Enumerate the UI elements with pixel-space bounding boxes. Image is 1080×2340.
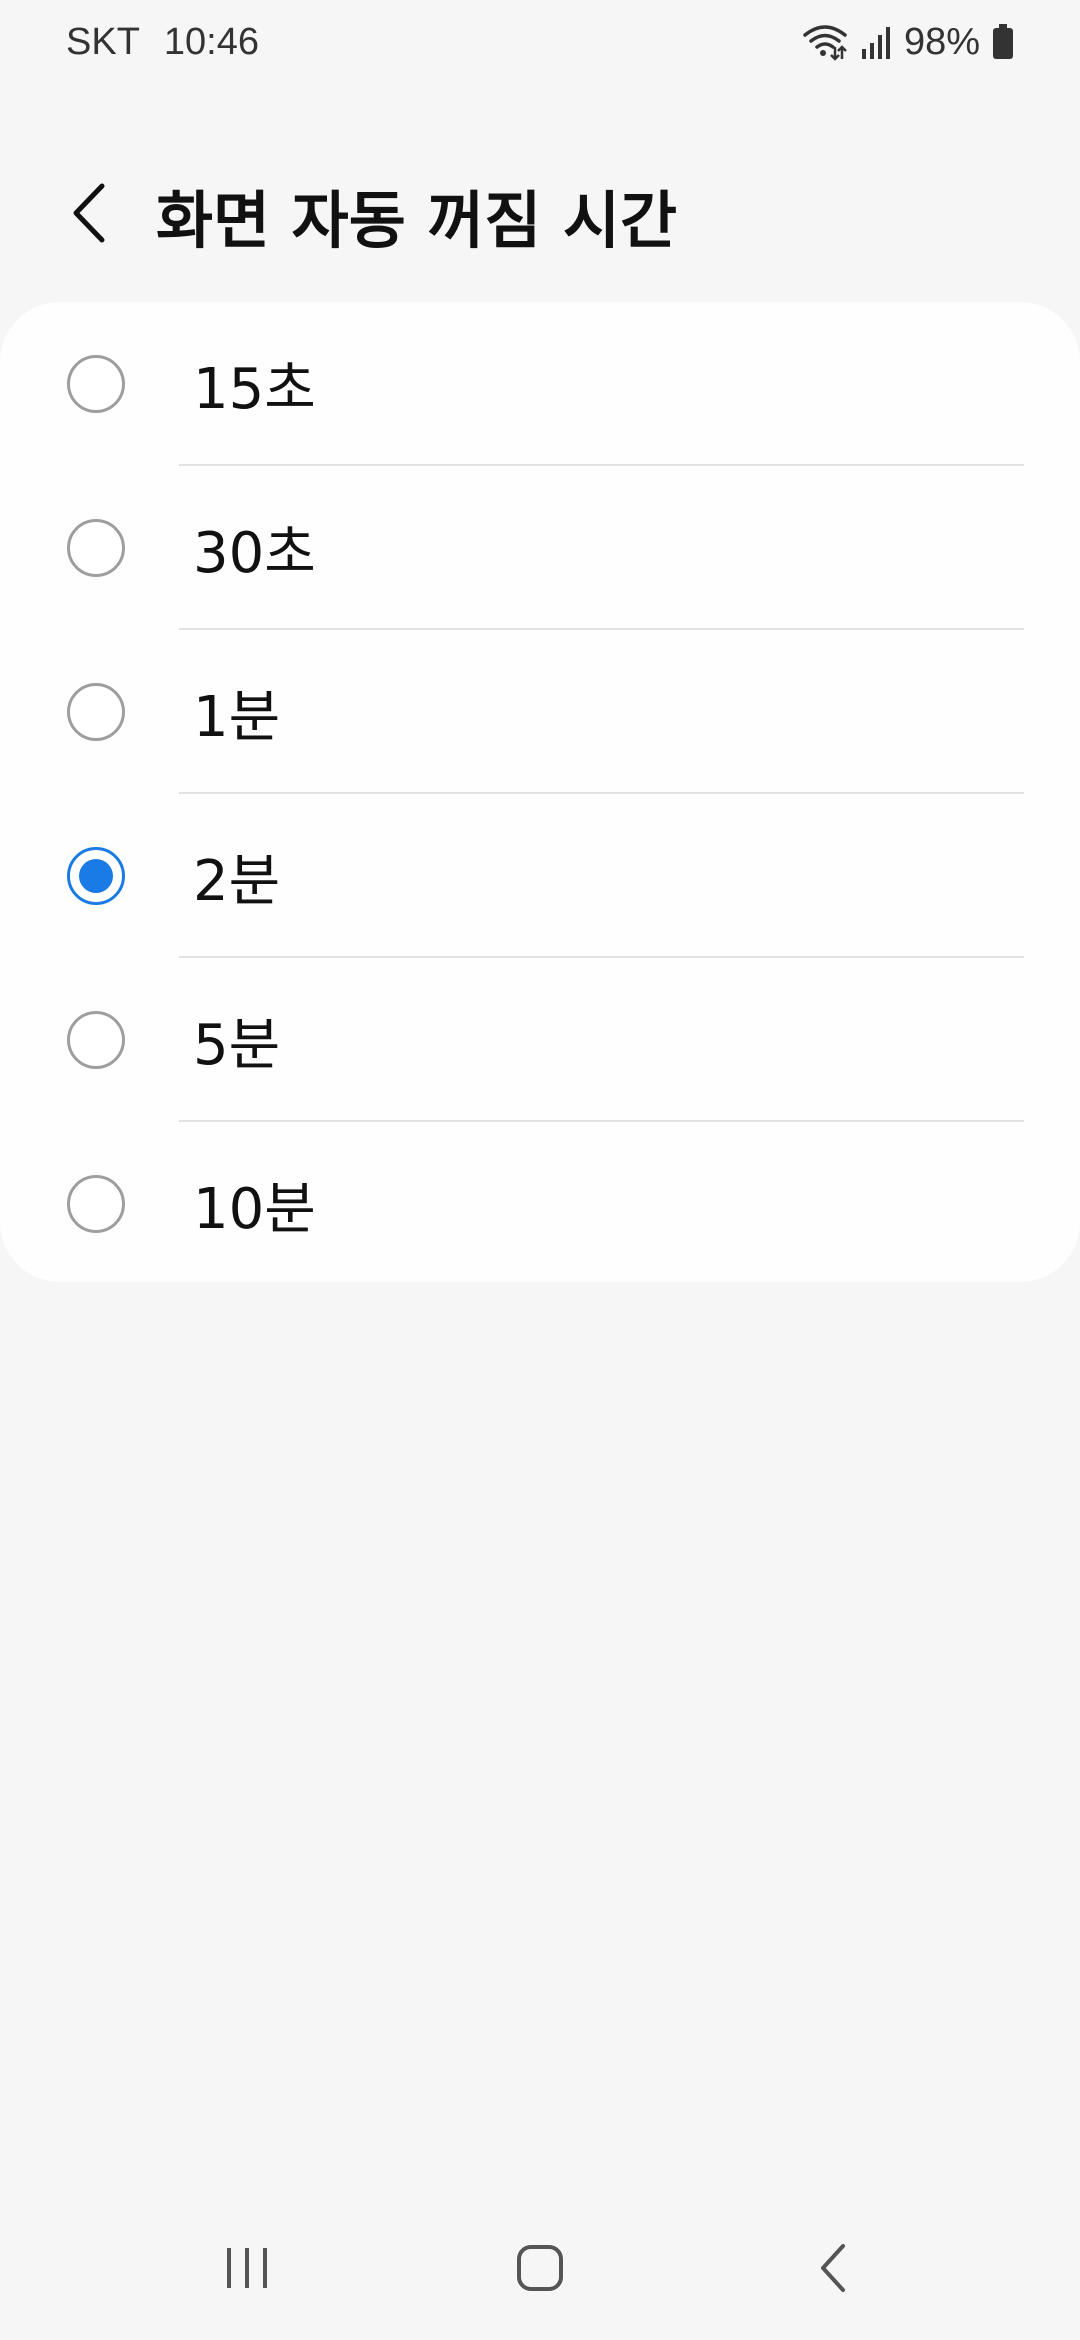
recent-apps-button[interactable] bbox=[187, 2210, 307, 2330]
status-right: 98% bbox=[802, 21, 1014, 64]
option-15s[interactable]: 15초 bbox=[0, 302, 1080, 466]
radio-button[interactable] bbox=[67, 519, 125, 577]
radio-button[interactable] bbox=[67, 1175, 125, 1233]
battery-percent: 98% bbox=[903, 20, 980, 63]
timeout-options-card: 15초 30초 1분 2분 5분 10분 bbox=[0, 302, 1080, 1282]
status-left: SKT 10:46 bbox=[66, 21, 259, 64]
radio-button[interactable] bbox=[67, 1011, 125, 1069]
option-30s[interactable]: 30초 bbox=[0, 466, 1080, 630]
page-title: 화면 자동 꺼짐 시간 bbox=[156, 184, 678, 257]
option-label: 2분 bbox=[193, 848, 281, 914]
signal-icon bbox=[860, 25, 892, 59]
option-label: 30초 bbox=[193, 520, 316, 586]
clock: 10:46 bbox=[163, 20, 259, 63]
carrier-label: SKT bbox=[66, 20, 140, 63]
back-icon bbox=[818, 2243, 848, 2298]
option-label: 15초 bbox=[193, 356, 316, 422]
recent-apps-icon bbox=[224, 2246, 270, 2295]
option-label: 10분 bbox=[193, 1176, 316, 1242]
wifi-icon bbox=[802, 23, 848, 61]
navigation-bar bbox=[0, 2200, 1080, 2340]
option-2m[interactable]: 2분 bbox=[0, 794, 1080, 958]
battery-icon bbox=[992, 24, 1014, 60]
option-1m[interactable]: 1분 bbox=[0, 630, 1080, 794]
home-button[interactable] bbox=[480, 2210, 600, 2330]
option-label: 1분 bbox=[193, 684, 281, 750]
app-header: 화면 자동 꺼짐 시간 bbox=[0, 150, 1080, 280]
chevron-left-icon bbox=[70, 182, 110, 249]
nav-back-button[interactable] bbox=[773, 2210, 893, 2330]
option-10m[interactable]: 10분 bbox=[0, 1122, 1080, 1286]
option-5m[interactable]: 5분 bbox=[0, 958, 1080, 1122]
radio-button[interactable] bbox=[67, 683, 125, 741]
back-button[interactable] bbox=[40, 165, 140, 265]
option-label: 5분 bbox=[193, 1012, 281, 1078]
radio-button[interactable] bbox=[67, 355, 125, 413]
status-bar: SKT 10:46 98% bbox=[0, 0, 1080, 84]
radio-button-selected[interactable] bbox=[67, 847, 125, 905]
home-icon bbox=[516, 2244, 564, 2297]
